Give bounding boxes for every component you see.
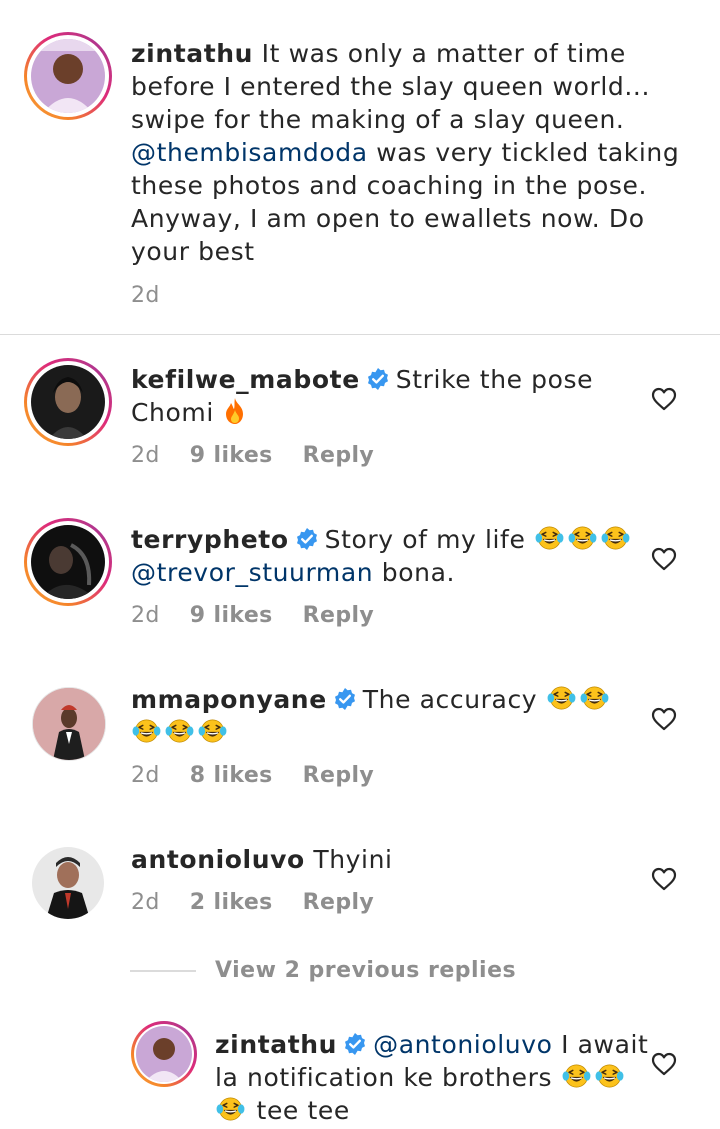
laughing-emoji-icon: [197, 718, 228, 744]
reply-username[interactable]: zintathu: [215, 1030, 337, 1059]
comment-mention[interactable]: @trevor_stuurman: [131, 558, 373, 587]
post-author-username[interactable]: zintathu: [131, 39, 253, 68]
replies-divider: [130, 970, 196, 972]
verified-badge-icon: [343, 1032, 367, 1056]
comment-time: 2d: [131, 603, 160, 628]
comment-likes[interactable]: 2 likes: [190, 890, 273, 915]
verified-badge-icon: [333, 687, 357, 711]
verified-badge-icon: [295, 527, 319, 551]
heart-icon[interactable]: [651, 707, 677, 731]
comment-meta: 2d 2 likes Reply: [131, 890, 404, 915]
heart-icon[interactable]: [651, 1052, 677, 1076]
laughing-emoji-icon: [131, 718, 162, 744]
laughing-emoji-icon: [534, 525, 565, 551]
view-previous-replies-button[interactable]: View 2 previous replies: [215, 958, 516, 983]
heart-icon[interactable]: [651, 387, 677, 411]
comment-meta: 2d 9 likes Reply: [131, 603, 404, 628]
comment-text: antonioluvo Thyini: [131, 845, 393, 874]
comment-meta: 2d 9 likes Reply: [131, 443, 404, 468]
laughing-emoji-icon: [567, 525, 598, 551]
reply-button[interactable]: Reply: [303, 890, 375, 915]
avatar[interactable]: [31, 365, 105, 439]
post-caption-section: zintathu It was only a matter of time be…: [0, 0, 720, 334]
fire-emoji-icon: [222, 397, 248, 425]
avatar[interactable]: [32, 687, 106, 761]
laughing-emoji-icon: [600, 525, 631, 551]
comment-time: 2d: [131, 443, 160, 468]
laughing-emoji-icon: [579, 685, 610, 711]
comment-username[interactable]: terrypheto: [131, 525, 289, 554]
heart-icon[interactable]: [651, 547, 677, 571]
avatar[interactable]: [31, 525, 105, 599]
caption-mention[interactable]: @thembisamdoda: [131, 138, 368, 167]
comment-username[interactable]: kefilwe_mabote: [131, 365, 360, 394]
comment-meta: 2d 8 likes Reply: [131, 763, 404, 788]
avatar[interactable]: [32, 847, 104, 919]
post-time: 2d: [131, 283, 160, 308]
comment-text: kefilwe_mabote Strike the pose Chomi: [131, 365, 594, 427]
comment-text: terrypheto Story of my life @trevor_stuur…: [131, 523, 651, 589]
reply-text: zintathu @antonioluvo I await la notifica…: [215, 1030, 649, 1125]
comment-likes[interactable]: 8 likes: [190, 763, 273, 788]
post-caption: zintathu It was only a matter of time be…: [131, 37, 701, 268]
comment-username[interactable]: antonioluvo: [131, 845, 305, 874]
reply-button[interactable]: Reply: [303, 603, 375, 628]
reply-button[interactable]: Reply: [303, 443, 375, 468]
comment-time: 2d: [131, 890, 160, 915]
laughing-emoji-icon: [215, 1096, 246, 1122]
comment-likes[interactable]: 9 likes: [190, 603, 273, 628]
laughing-emoji-icon: [546, 685, 577, 711]
heart-icon[interactable]: [651, 867, 677, 891]
verified-badge-icon: [366, 367, 390, 391]
divider: [0, 334, 720, 335]
comment-likes[interactable]: 9 likes: [190, 443, 273, 468]
reply-mention[interactable]: @antonioluvo: [373, 1030, 552, 1059]
comment-text: mmaponyane The accuracy: [131, 683, 651, 749]
reply-button[interactable]: Reply: [303, 763, 375, 788]
laughing-emoji-icon: [164, 718, 195, 744]
post-author-avatar[interactable]: [31, 39, 105, 113]
comment-time: 2d: [131, 763, 160, 788]
laughing-emoji-icon: [561, 1063, 592, 1089]
avatar[interactable]: [136, 1026, 192, 1082]
comment-username[interactable]: mmaponyane: [131, 685, 327, 714]
laughing-emoji-icon: [594, 1063, 625, 1089]
